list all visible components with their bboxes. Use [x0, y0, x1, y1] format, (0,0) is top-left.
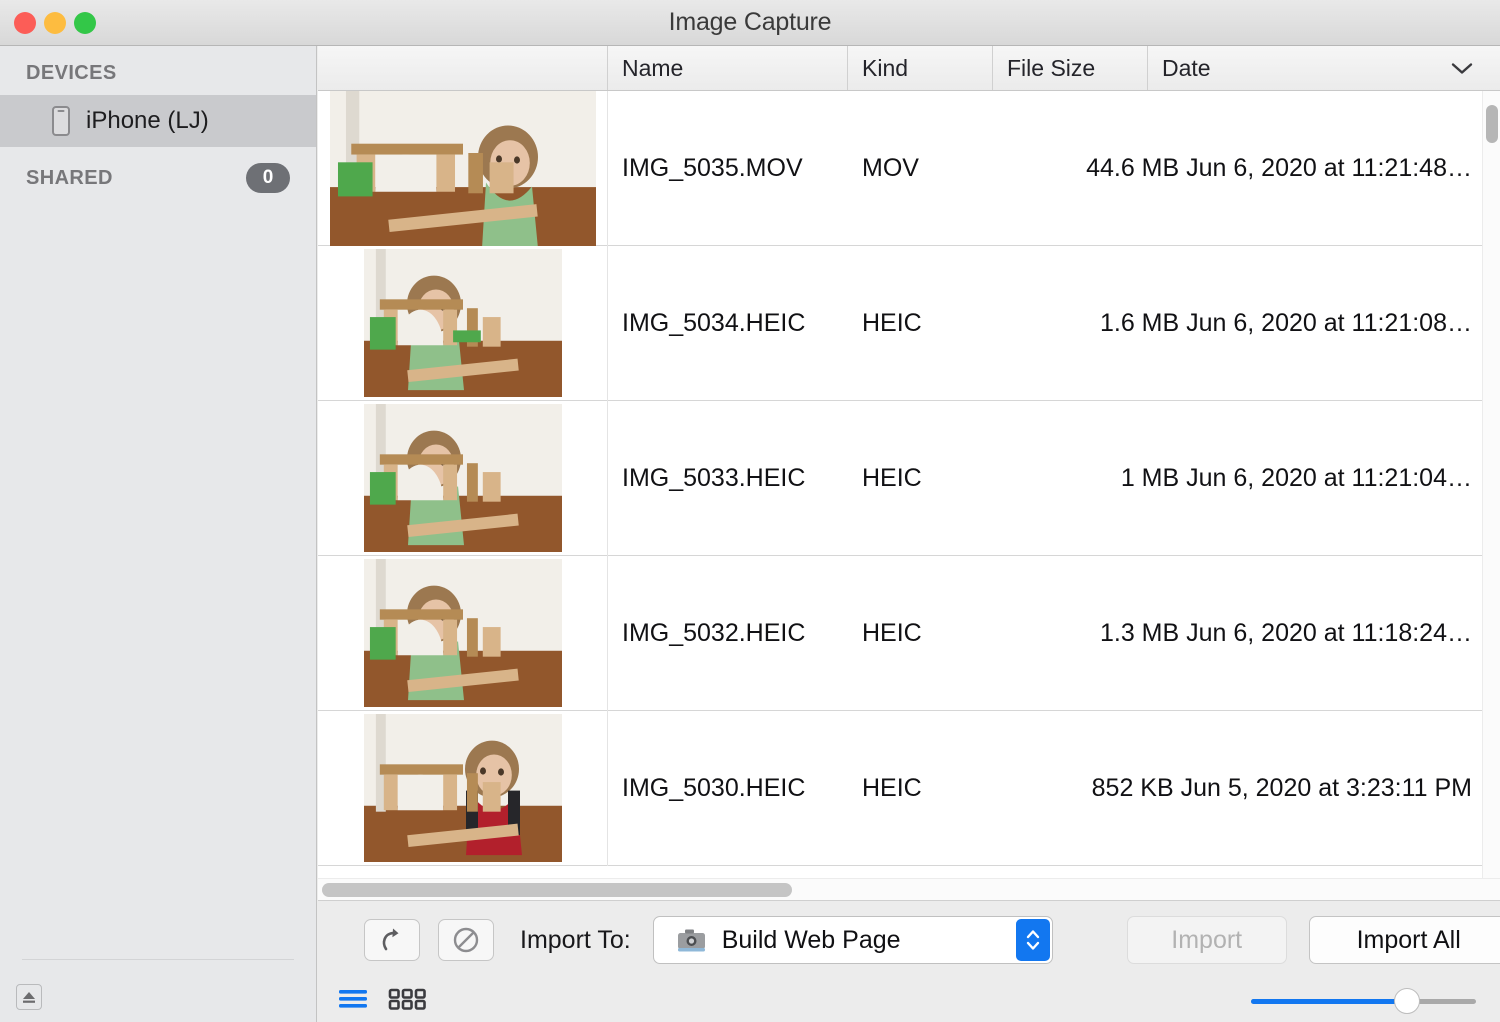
file-thumbnail[interactable]	[318, 711, 608, 866]
table-row[interactable]: IMG_5032.HEIC HEIC 1.3 MB Jun 6, 2020 at…	[318, 556, 1500, 711]
table-row[interactable]: IMG_5030.HEIC HEIC 852 KB Jun 5, 2020 at…	[318, 711, 1500, 866]
file-thumbnail[interactable]	[318, 246, 608, 401]
title-bar: Image Capture	[0, 0, 1500, 46]
column-header-thumbnail[interactable]	[318, 46, 608, 90]
chevron-down-icon	[1450, 55, 1474, 82]
close-button[interactable]	[14, 12, 36, 34]
file-size-and-date: 1.3 MB Jun 6, 2020 at 11:18:24…	[993, 619, 1500, 648]
thumbnail-size-slider[interactable]	[1251, 988, 1476, 1014]
file-size-and-date: 44.6 MB Jun 6, 2020 at 11:21:48…	[993, 154, 1500, 183]
sidebar-item-iphone[interactable]: iPhone (LJ)	[0, 95, 316, 147]
file-thumbnail[interactable]	[318, 91, 608, 246]
file-size-and-date: 1.6 MB Jun 6, 2020 at 11:21:08…	[993, 309, 1500, 338]
no-entry-icon[interactable]	[438, 919, 494, 961]
iphone-icon	[52, 106, 70, 136]
horizontal-scrollbar-thumb[interactable]	[322, 883, 792, 897]
list-view-icon[interactable]	[338, 987, 368, 1016]
view-toggle-group	[338, 987, 428, 1016]
stepper-arrows-icon[interactable]	[1016, 919, 1050, 961]
traffic-light-group	[14, 12, 96, 34]
shared-count-badge: 0	[246, 163, 290, 193]
file-size-and-date: 1 MB Jun 6, 2020 at 11:21:04…	[993, 464, 1500, 493]
window-title: Image Capture	[669, 8, 832, 37]
import-destination-select[interactable]: Build Web Page	[653, 916, 1053, 964]
image-capture-window: Image Capture DEVICES iPhone (LJ) SHARED…	[0, 0, 1500, 1022]
column-headers: Name Kind File Size Date	[318, 46, 1500, 91]
column-header-kind[interactable]: Kind	[848, 46, 993, 90]
file-size-and-date: 852 KB Jun 5, 2020 at 3:23:11 PM	[993, 774, 1500, 803]
sidebar-shared-header: SHARED	[26, 167, 113, 190]
file-kind: HEIC	[848, 774, 993, 803]
slider-fill	[1251, 999, 1413, 1004]
file-name: IMG_5033.HEIC	[608, 464, 848, 493]
file-kind: HEIC	[848, 464, 993, 493]
camera-icon	[676, 927, 708, 953]
file-rows: IMG_5035.MOV MOV 44.6 MB Jun 6, 2020 at …	[318, 91, 1500, 908]
file-kind: HEIC	[848, 309, 993, 338]
sidebar-divider	[22, 959, 294, 960]
rotate-icon[interactable]	[364, 919, 420, 961]
import-to-label: Import To:	[520, 926, 631, 955]
file-thumbnail[interactable]	[318, 556, 608, 711]
file-thumbnail[interactable]	[318, 401, 608, 556]
file-name: IMG_5032.HEIC	[608, 619, 848, 648]
table-row[interactable]: IMG_5034.HEIC HEIC 1.6 MB Jun 6, 2020 at…	[318, 246, 1500, 401]
bottom-toolbar: Import To: Build Web Page	[318, 900, 1500, 1022]
column-header-name[interactable]: Name	[608, 46, 848, 90]
sidebar-item-label: iPhone (LJ)	[86, 107, 209, 135]
eject-icon[interactable]	[16, 984, 42, 1010]
column-header-file-size[interactable]: File Size	[993, 46, 1148, 90]
sidebar-shared-section[interactable]: SHARED 0	[0, 147, 316, 193]
vertical-scrollbar[interactable]	[1482, 91, 1500, 908]
column-header-date-label: Date	[1162, 55, 1211, 82]
import-all-button[interactable]: Import All	[1309, 916, 1500, 964]
file-name: IMG_5034.HEIC	[608, 309, 848, 338]
file-name: IMG_5035.MOV	[608, 154, 848, 183]
file-name: IMG_5030.HEIC	[608, 774, 848, 803]
table-row[interactable]: IMG_5035.MOV MOV 44.6 MB Jun 6, 2020 at …	[318, 91, 1500, 246]
horizontal-scrollbar[interactable]	[318, 878, 1500, 900]
table-row[interactable]: IMG_5033.HEIC HEIC 1 MB Jun 6, 2020 at 1…	[318, 401, 1500, 556]
zoom-button[interactable]	[74, 12, 96, 34]
column-header-date[interactable]: Date	[1148, 46, 1500, 90]
grid-view-icon[interactable]	[388, 987, 428, 1016]
import-destination-label: Build Web Page	[722, 926, 901, 955]
file-kind: MOV	[848, 154, 993, 183]
sidebar: DEVICES iPhone (LJ) SHARED 0	[0, 46, 317, 1022]
file-kind: HEIC	[848, 619, 993, 648]
minimize-button[interactable]	[44, 12, 66, 34]
import-button[interactable]: Import	[1127, 916, 1287, 964]
vertical-scrollbar-thumb[interactable]	[1486, 105, 1498, 143]
slider-knob[interactable]	[1394, 988, 1420, 1014]
file-list-panel: Name Kind File Size Date	[318, 46, 1500, 908]
sidebar-devices-header: DEVICES	[0, 46, 316, 95]
